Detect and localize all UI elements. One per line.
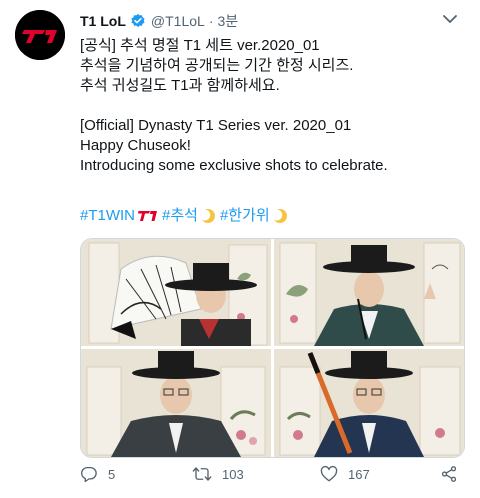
retweet-count: 103 (222, 466, 244, 482)
photo-4[interactable] (274, 349, 464, 457)
reply-count: 5 (108, 466, 116, 482)
like-button[interactable]: 167 (320, 460, 370, 488)
hashtag-chuseok[interactable]: #추석 (162, 206, 198, 226)
tweet-timestamp[interactable]: 3분 (217, 12, 238, 30)
tweet-line: Happy Chuseok! (80, 137, 191, 154)
avatar[interactable] (15, 10, 65, 60)
reply-icon (80, 466, 97, 483)
moon-emoji-icon (271, 209, 287, 223)
hashtag-hangawi[interactable]: #한가위 (220, 206, 270, 226)
tweet-line: [공식] 추석 명절 T1 세트 ver.2020_01 (80, 37, 320, 54)
like-count: 167 (348, 466, 370, 482)
reply-button[interactable]: 5 (80, 460, 115, 488)
author-handle[interactable]: @T1LoL (151, 12, 205, 30)
like-icon (320, 465, 338, 482)
t1-logo-icon (138, 211, 158, 221)
header-separator: · (208, 13, 214, 29)
photo-2[interactable] (274, 239, 464, 346)
verified-badge-icon (131, 14, 145, 27)
hashtag-row: #T1WIN #추석 #한가위 (80, 206, 292, 226)
photo-3[interactable] (81, 349, 271, 457)
tweet-line: 추석 귀성길도 T1과 함께하세요. (80, 77, 280, 94)
tweet-line: [Official] Dynasty T1 Series ver. 2020_0… (80, 117, 352, 134)
tweet-line: Introducing some exclusive shots to cele… (80, 157, 388, 174)
tweet-line: 추석을 기념하여 공개되는 기간 한정 시리즈. (80, 57, 354, 74)
more-options-icon[interactable] (440, 12, 460, 26)
t1-avatar-logo-icon (15, 10, 65, 60)
tweet-actions: 5 103 167 (80, 460, 470, 488)
moon-emoji-icon (199, 209, 215, 223)
photo-1[interactable] (81, 239, 271, 346)
retweet-icon (192, 467, 212, 481)
share-button[interactable] (440, 460, 468, 488)
retweet-button[interactable]: 103 (192, 460, 244, 488)
author-name[interactable]: T1 LoL (80, 12, 126, 30)
share-icon (441, 466, 457, 482)
tweet-text: [공식] 추석 명절 T1 세트 ver.2020_01 추석을 기념하여 공개… (80, 36, 470, 176)
hashtag-t1win[interactable]: #T1WIN (80, 206, 135, 226)
tweet[interactable]: T1 LoL @T1LoL · 3분 [공식] 추석 명절 T1 세트 ver.… (0, 0, 480, 498)
photo-grid (80, 238, 465, 458)
tweet-header: T1 LoL @T1LoL · 3분 (80, 12, 238, 30)
